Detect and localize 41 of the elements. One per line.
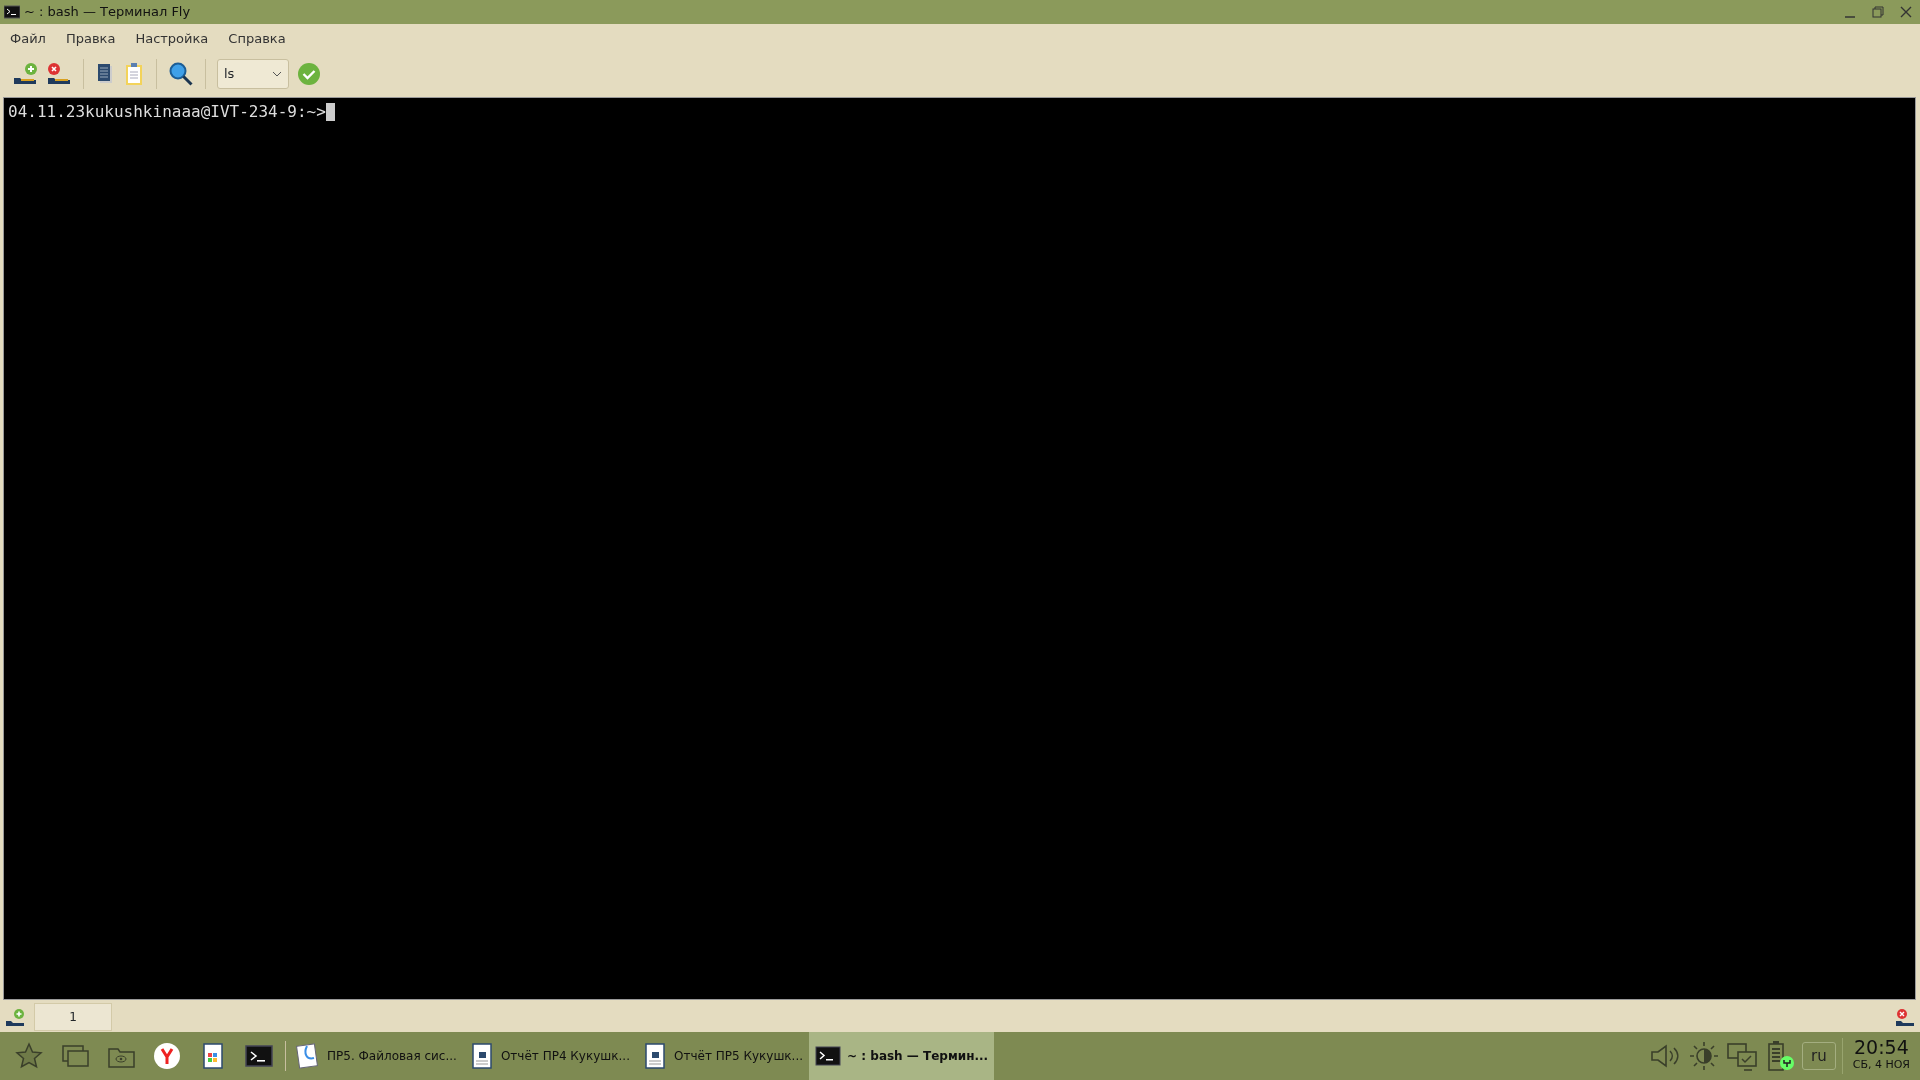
terminal-icon: [4, 5, 20, 19]
clock[interactable]: 20:54 СБ, 4 НОЯ: [1841, 1038, 1910, 1074]
close-session-icon[interactable]: [1894, 1007, 1916, 1027]
session-tab[interactable]: 1: [34, 1003, 112, 1031]
terminal-prompt: 04.11.23kukushkinaaa@IVT-234-9:~>: [8, 101, 326, 123]
text-cursor: [325, 103, 335, 121]
clock-date: СБ, 4 НОЯ: [1852, 1057, 1910, 1074]
menu-item[interactable]: Справка: [228, 29, 286, 49]
document-icon: [642, 1042, 668, 1070]
menu-item[interactable]: Файл: [10, 29, 46, 49]
command-combo[interactable]: ls: [217, 59, 289, 89]
taskbar-task[interactable]: ~ : bash — Термин...: [809, 1032, 995, 1080]
execute-icon[interactable]: [297, 62, 321, 86]
terminal-area[interactable]: 04.11.23kukushkinaaa@IVT-234-9:~>: [3, 97, 1916, 1000]
clock-time: 20:54: [1853, 1038, 1909, 1058]
search-icon[interactable]: [168, 61, 194, 87]
network-screens-icon[interactable]: [1726, 1040, 1760, 1072]
copy-icon[interactable]: [95, 62, 115, 86]
taskbar-task[interactable]: Отчёт ПР5 Кукушк...: [636, 1032, 810, 1080]
keyboard-layout[interactable]: ru: [1802, 1041, 1836, 1071]
battery-plug-icon[interactable]: [1766, 1039, 1796, 1073]
taskbar-task[interactable]: Отчёт ПР4 Кукушк...: [462, 1032, 636, 1080]
window-title: ~ : bash — Терминал Fly: [24, 3, 191, 22]
close-icon[interactable]: [1900, 6, 1912, 18]
task-label: Отчёт ПР4 Кукушк...: [500, 1048, 630, 1065]
restore-icon[interactable]: [1872, 6, 1884, 18]
paste-icon[interactable]: [123, 61, 145, 87]
new-session-icon[interactable]: [4, 1007, 26, 1027]
taskbar-task[interactable]: ПР5. Файловая сис...: [289, 1032, 463, 1080]
new-session-icon[interactable]: [12, 62, 38, 86]
caret-icon: [272, 71, 282, 77]
brightness-icon[interactable]: [1688, 1040, 1720, 1072]
document-reader-icon: [295, 1042, 321, 1070]
task-label: ~ : bash — Термин...: [847, 1048, 989, 1065]
menu-item[interactable]: Правка: [65, 29, 116, 49]
browser-y-icon[interactable]: [152, 1041, 182, 1071]
menu-item[interactable]: Настройка: [135, 29, 209, 49]
close-session-icon[interactable]: [46, 62, 72, 86]
favorites-star-icon[interactable]: [14, 1041, 44, 1071]
task-label: Отчёт ПР5 Кукушк...: [674, 1048, 804, 1065]
task-label: ПР5. Файловая сис...: [327, 1048, 457, 1065]
